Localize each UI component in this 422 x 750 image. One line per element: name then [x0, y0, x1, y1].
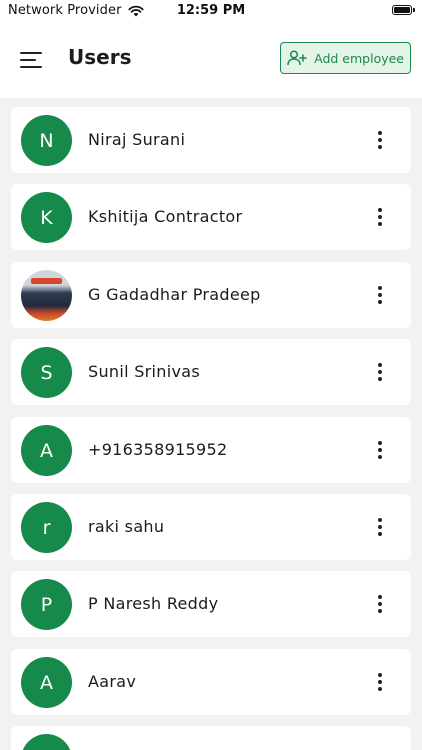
menu-icon[interactable]	[20, 51, 42, 69]
user-row[interactable]: K Kshitija Contractor	[11, 184, 411, 250]
status-bar: Network Provider 12:59 PM	[0, 0, 422, 24]
user-name: P Naresh Reddy	[88, 594, 219, 613]
add-employee-label: Add employee	[314, 50, 404, 66]
avatar-photo	[21, 270, 72, 321]
avatar	[21, 734, 72, 750]
user-row[interactable]	[11, 726, 411, 750]
user-name: +916358915952	[88, 440, 228, 459]
user-row[interactable]: A +916358915952	[11, 417, 411, 483]
page-title: Users	[68, 45, 132, 69]
user-name: Sunil Srinivas	[88, 362, 200, 381]
app-header: Users Add employee	[0, 24, 422, 98]
avatar: K	[21, 192, 72, 243]
battery-icon	[392, 5, 415, 15]
more-options-icon[interactable]	[377, 131, 383, 149]
more-options-icon[interactable]	[377, 441, 383, 459]
user-row[interactable]: S Sunil Srinivas	[11, 339, 411, 405]
avatar: S	[21, 347, 72, 398]
user-row[interactable]: r raki sahu	[11, 494, 411, 560]
avatar: A	[21, 657, 72, 708]
user-row[interactable]: A Aarav	[11, 649, 411, 715]
user-row[interactable]: P P Naresh Reddy	[11, 571, 411, 637]
user-row[interactable]: N Niraj Surani	[11, 107, 411, 173]
avatar: P	[21, 579, 72, 630]
user-name: Niraj Surani	[88, 130, 186, 149]
more-options-icon[interactable]	[377, 595, 383, 613]
user-name: Kshitija Contractor	[88, 207, 243, 226]
more-options-icon[interactable]	[377, 286, 383, 304]
add-employee-button[interactable]: Add employee	[280, 42, 411, 74]
avatar: N	[21, 115, 72, 166]
more-options-icon[interactable]	[377, 673, 383, 691]
avatar: A	[21, 425, 72, 476]
more-options-icon[interactable]	[377, 363, 383, 381]
add-user-icon	[287, 50, 307, 66]
user-name: G Gadadhar Pradeep	[88, 285, 261, 304]
more-options-icon[interactable]	[377, 208, 383, 226]
avatar: r	[21, 502, 72, 553]
user-name: raki sahu	[88, 517, 165, 536]
status-time: 12:59 PM	[176, 3, 246, 18]
user-row[interactable]: G Gadadhar Pradeep	[11, 262, 411, 328]
more-options-icon[interactable]	[377, 518, 383, 536]
user-name: Aarav	[88, 672, 137, 691]
